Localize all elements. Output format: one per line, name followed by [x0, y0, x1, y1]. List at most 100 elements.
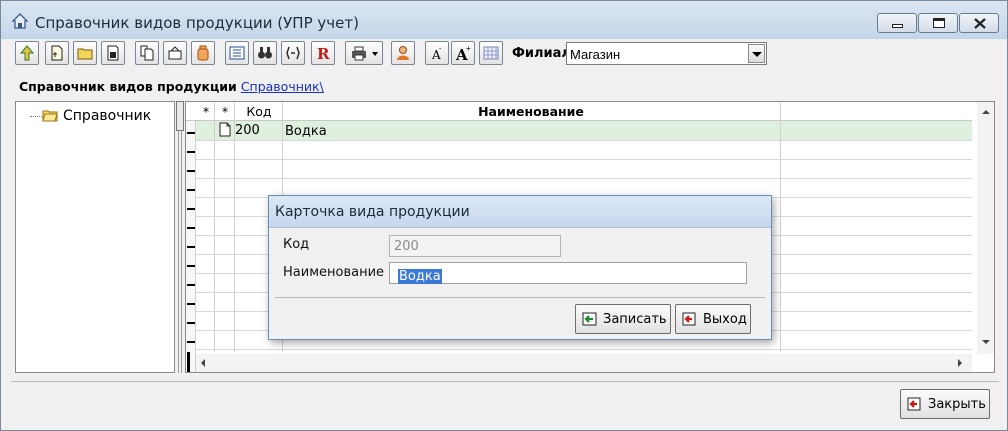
- main-window: Справочник видов продукции (УПР учет) R …: [0, 0, 1008, 431]
- exit-dialog-button[interactable]: Выход: [675, 304, 751, 334]
- up-button[interactable]: [15, 41, 39, 65]
- title-bar: Справочник видов продукции (УПР учет): [1, 1, 1007, 39]
- new-document-button[interactable]: [45, 41, 69, 65]
- open-folder-button[interactable]: [73, 41, 97, 65]
- breadcrumb-link[interactable]: Справочник\: [241, 79, 324, 94]
- copy-icon: [140, 45, 154, 61]
- font-decrease-button[interactable]: A-: [425, 41, 449, 65]
- close-button-label: Закрыть: [928, 397, 986, 412]
- save-dialog-button-label: Записать: [603, 312, 667, 327]
- list-button[interactable]: [225, 41, 249, 65]
- user-button[interactable]: [391, 41, 415, 65]
- folder-icon: [77, 48, 93, 60]
- new-document-icon: [51, 45, 63, 61]
- document-icon: [219, 122, 231, 137]
- row-marker: [187, 265, 195, 267]
- scroll-up-icon[interactable]: [982, 110, 990, 114]
- exit-icon: [682, 312, 696, 326]
- vertical-scrollbar[interactable]: [977, 102, 994, 354]
- toolbar: R A- A + Филиал Магазин: [15, 41, 995, 67]
- dialog-title: Карточка вида продукции: [275, 204, 470, 220]
- column-header-marker-2[interactable]: *: [219, 104, 231, 119]
- tree-panel: Справочник: [15, 101, 175, 373]
- footer-divider: [11, 381, 999, 382]
- scroll-left-icon[interactable]: [201, 359, 205, 367]
- user-icon: [397, 46, 409, 60]
- row-marker: [187, 151, 195, 153]
- dialog-divider: [275, 297, 765, 298]
- row-divider: [196, 178, 972, 179]
- open-button[interactable]: [163, 41, 187, 65]
- maximize-button[interactable]: [918, 13, 958, 33]
- chevron-down-icon[interactable]: [748, 44, 765, 63]
- minimize-button[interactable]: [877, 13, 917, 33]
- row-marker: [187, 322, 195, 324]
- column-header-code[interactable]: Код: [236, 104, 282, 119]
- scroll-down-icon[interactable]: [982, 340, 990, 344]
- column-header-marker-1[interactable]: *: [200, 104, 212, 119]
- column-header-name[interactable]: Наименование: [282, 104, 780, 119]
- name-label: Наименование: [283, 265, 385, 280]
- grid-header: * * Код Наименование: [186, 102, 972, 121]
- list-icon: [229, 46, 245, 60]
- row-marker: [187, 303, 195, 305]
- delete-icon: [197, 45, 209, 61]
- splitter-handle[interactable]: [176, 101, 184, 131]
- exit-dialog-button-label: Выход: [703, 312, 747, 327]
- chevron-down-icon: [372, 52, 378, 56]
- font-decrease-icon: A-: [431, 46, 442, 61]
- save-dialog-button[interactable]: Записать: [575, 304, 671, 334]
- breadcrumb-title: Справочник видов продукции: [19, 79, 237, 94]
- app-icon: [11, 13, 29, 29]
- code-field-value: 200: [394, 239, 419, 254]
- window-title: Справочник видов продукции (УПР учет): [35, 14, 359, 32]
- calendar-icon: [483, 46, 499, 60]
- close-window-button[interactable]: [959, 13, 999, 33]
- svg-text:R: R: [317, 45, 330, 61]
- tree-item-label: Справочник: [63, 108, 152, 124]
- row-divider: [196, 140, 972, 141]
- row-marker: [187, 170, 195, 172]
- branch-select[interactable]: Магазин: [566, 42, 767, 65]
- code-label: Код: [283, 237, 310, 252]
- row-divider: [196, 349, 972, 350]
- open-icon: [168, 46, 182, 60]
- row-marker: [187, 227, 195, 229]
- binoculars-icon: [258, 47, 272, 59]
- splitter-line: [178, 131, 182, 373]
- row-indicator-bar: [187, 352, 190, 372]
- row-marker: [187, 189, 195, 191]
- tree-connector: [30, 116, 42, 117]
- branch-value: Магазин: [570, 47, 621, 62]
- product-card-dialog: Карточка вида продукции Код 200 Наименов…: [268, 195, 772, 340]
- dialog-title-bar: Карточка вида продукции: [269, 196, 771, 228]
- row-marker: [187, 208, 195, 210]
- svg-text:-: -: [439, 46, 442, 53]
- search-button[interactable]: [253, 41, 277, 65]
- cell-code[interactable]: 200: [235, 123, 260, 138]
- minimize-icon: [892, 24, 903, 28]
- name-field-selected-text: Водка: [398, 269, 442, 284]
- cell-name[interactable]: Водка: [285, 124, 327, 139]
- close-button[interactable]: Закрыть: [900, 389, 990, 419]
- font-increase-button[interactable]: A +: [451, 41, 475, 65]
- print-button[interactable]: [345, 41, 383, 65]
- copy-button[interactable]: [135, 41, 159, 65]
- exit-icon: [907, 397, 921, 411]
- report-button[interactable]: R: [311, 41, 335, 65]
- row-marker: [187, 284, 195, 286]
- row-marker: [187, 132, 195, 134]
- delete-button[interactable]: [191, 41, 215, 65]
- calendar-button[interactable]: [479, 41, 503, 65]
- scroll-right-icon[interactable]: [958, 359, 962, 367]
- row-indicator-column: [186, 102, 196, 372]
- save-button[interactable]: [101, 41, 125, 65]
- brackets-button[interactable]: [281, 41, 305, 65]
- font-increase-icon: A+: [455, 45, 471, 61]
- splitter[interactable]: [175, 101, 185, 373]
- horizontal-scrollbar[interactable]: [196, 354, 972, 372]
- dialog-body: Код 200 Наименование Водка Записать Выхо…: [273, 228, 767, 336]
- save-icon: [107, 45, 119, 61]
- name-field[interactable]: Водка: [389, 262, 747, 284]
- row-divider: [196, 159, 972, 160]
